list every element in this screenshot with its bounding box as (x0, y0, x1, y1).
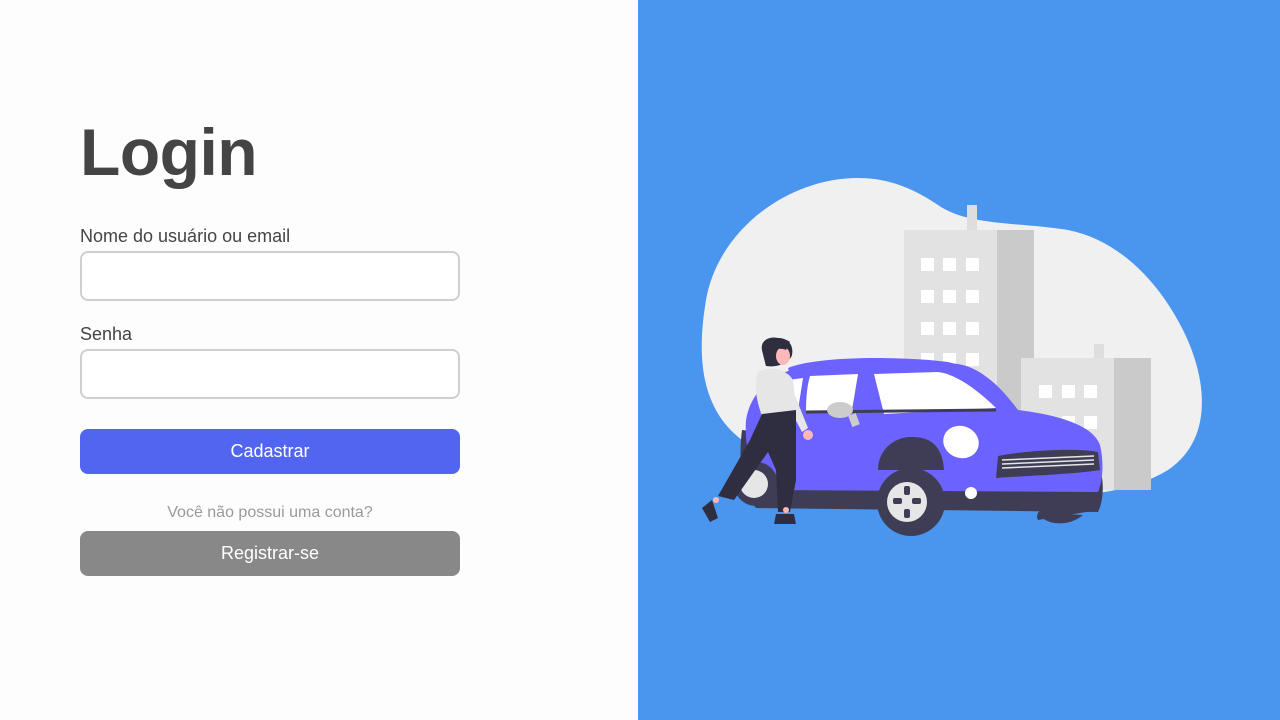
username-label: Nome do usuário ou email (80, 226, 291, 246)
submit-button[interactable]: Cadastrar (80, 429, 460, 474)
no-account-text: Você não possui uma conta? (167, 504, 373, 521)
username-input[interactable] (80, 251, 460, 301)
illustration-panel (638, 0, 1280, 720)
password-input[interactable] (80, 349, 460, 399)
login-page: Login Nome do usuário ou email Senha Cad… (0, 0, 1280, 720)
login-panel: Login Nome do usuário ou email Senha Cad… (0, 0, 638, 720)
password-label: Senha (80, 324, 133, 344)
car-city-illustration (701, 178, 1202, 536)
register-button[interactable]: Registrar-se (80, 531, 460, 576)
page-title: Login (80, 115, 258, 189)
